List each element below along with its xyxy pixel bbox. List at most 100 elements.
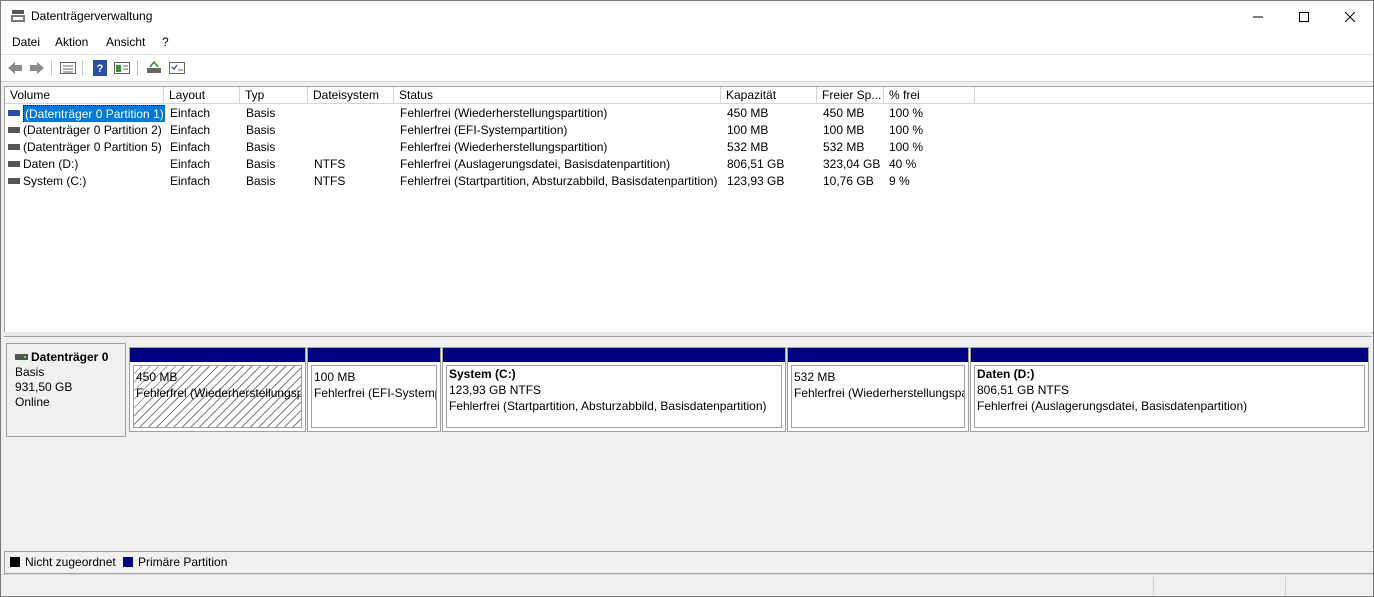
partition-status: Fehlerfrei (Startpartition, Absturzabbil… [449,399,767,413]
partition-recovery-1[interactable]: 450 MB Fehlerfrei (Wiederherstellungsp [129,347,306,432]
volume-typ-cell: Basis [246,157,276,171]
volume-row[interactable]: (Datenträger 0 Partition 1) Einfach Basis F… [5,105,1373,122]
volume-status-cell: Fehlerfrei (Wiederherstellungspartition) [400,140,608,154]
column-header-typ[interactable]: Typ [240,87,308,104]
help-button[interactable]: ? [91,59,109,76]
app-window: Datenträgerverwaltung Datei Aktion Ansic… [0,0,1374,597]
column-header-empty [975,87,1373,104]
list-view-icon [60,61,76,74]
partition-size: 450 MB [136,370,178,384]
partition-size: 123,93 GB NTFS [449,383,542,397]
partition-status: Fehlerfrei (Wiederherstellungsp [136,386,302,400]
partition-body: 532 MB Fehlerfrei (Wiederherstellungspa [791,365,965,428]
properties-button[interactable] [113,59,131,76]
volume-pct-cell: 100 % [889,140,924,154]
toolbar: ? [1,54,1373,82]
menu-datei[interactable]: Datei [12,35,40,49]
close-icon [1345,11,1355,22]
volume-cap-cell: 450 MB [727,106,769,120]
status-bar [1,574,1373,596]
disk-label[interactable]: Datenträger 0 Basis 931,50 GB Online [6,343,126,437]
properties-icon [114,61,130,74]
partition-color-bar [308,348,440,362]
close-button[interactable] [1327,1,1373,32]
volume-typ-cell: Basis [246,174,276,188]
volume-layout-cell: Einfach [170,157,211,171]
volume-name: (Datenträger 0 Partition 5) [23,140,162,154]
legend-primary: Primäre Partition [138,555,228,569]
list-view-button[interactable] [59,59,77,76]
partition-status: Fehlerfrei (Auslagerungsdatei, Basisdate… [977,399,1248,413]
menu-help[interactable]: ? [162,35,169,49]
column-header-kapazitaet[interactable]: Kapazität [721,87,817,104]
volume-status-cell: Fehlerfrei (Wiederherstellungspartition) [400,106,608,120]
volume-row[interactable]: (Datenträger 0 Partition 5) Einfach Basis F… [5,139,1373,156]
partition-daten-d[interactable]: Daten (D:) 806,51 GB NTFS Fehlerfrei (Au… [970,347,1369,432]
volume-list: Volume Layout Typ Dateisystem Status Kap… [4,86,1373,333]
volume-free-cell: 10,76 GB [823,174,874,188]
volume-free-cell: 450 MB [823,106,865,120]
volume-icon [8,178,20,184]
partition-recovery-5[interactable]: 532 MB Fehlerfrei (Wiederherstellungspa [787,347,969,432]
rescan-button[interactable] [145,59,163,76]
volume-layout-cell: Einfach [170,140,211,154]
partition-name: System (C:) [449,367,516,381]
volume-pct-cell: 9 % [889,174,910,188]
maximize-button[interactable] [1281,1,1327,32]
partition-color-bar [971,348,1368,362]
back-icon [8,61,22,74]
partition-body: 100 MB Fehlerfrei (EFI-Systemp [311,365,437,428]
volume-name: (Datenträger 0 Partition 2) [23,123,162,137]
pane-splitter[interactable] [4,332,1372,337]
volume-fs-cell: NTFS [314,157,346,171]
column-header-dateisystem[interactable]: Dateisystem [308,87,394,104]
window-title: Datenträgerverwaltung [31,9,153,23]
volume-typ-cell: Basis [246,140,276,154]
volume-free-cell: 100 MB [823,123,865,137]
settings-button[interactable] [168,59,186,76]
back-button[interactable] [6,59,24,76]
minimize-button[interactable] [1235,1,1281,32]
toolbar-separator [137,60,138,76]
volume-cap-cell: 123,93 GB [727,174,785,188]
partition-size: 100 MB [314,370,356,384]
legend: Nicht zugeordnet Primäre Partition [4,551,1373,574]
column-header-prozent-frei[interactable]: % frei [884,87,975,104]
unallocated-swatch [10,557,20,567]
legend-unallocated: Nicht zugeordnet [25,555,116,569]
partition-efi[interactable]: 100 MB Fehlerfrei (EFI-Systemp [307,347,441,432]
partition-body: 450 MB Fehlerfrei (Wiederherstellungsp [133,365,302,428]
column-header-volume[interactable]: Volume [5,87,164,104]
status-pane [1153,577,1284,595]
volume-pct-cell: 100 % [889,106,924,120]
partition-status: Fehlerfrei (Wiederherstellungspa [794,386,965,400]
status-pane [1285,577,1372,595]
menu-ansicht[interactable]: Ansicht [106,35,145,49]
volume-pct-cell: 100 % [889,123,924,137]
column-header-layout[interactable]: Layout [164,87,240,104]
disk-icon [15,354,28,360]
volume-name-cell: (Datenträger 0 Partition 2) [5,122,165,139]
volume-status-cell: Fehlerfrei (EFI-Systempartition) [400,123,568,137]
column-header-status[interactable]: Status [394,87,721,104]
volume-name: (Datenträger 0 Partition 1) [23,105,165,122]
forward-button[interactable] [28,59,46,76]
volume-row[interactable]: (Datenträger 0 Partition 2) Einfach Basis F… [5,122,1373,139]
volume-layout-cell: Einfach [170,123,211,137]
partition-system-c[interactable]: System (C:) 123,93 GB NTFS Fehlerfrei (S… [442,347,786,432]
volume-pct-cell: 40 % [889,157,917,171]
disk-graphical-view: Datenträger 0 Basis 931,50 GB Online 450… [4,338,1372,550]
partition-size: 532 MB [794,370,836,384]
volume-row[interactable]: System (C:) Einfach Basis NTFS Fehlerfrei (S… [5,173,1373,190]
volume-row[interactable]: Daten (D:) Einfach Basis NTFS Fehlerfrei (Au… [5,156,1373,173]
disk-name: Datenträger 0 [31,350,109,364]
disk-size: 931,50 GB [15,380,73,394]
volume-status-cell: Fehlerfrei (Startpartition, Absturzabbil… [400,174,718,188]
disk-type: Basis [15,365,45,379]
settings-icon [169,61,185,74]
svg-text:?: ? [97,63,104,75]
menu-aktion[interactable]: Aktion [55,35,88,49]
partition-color-bar [443,348,785,362]
column-header-freier-speicher[interactable]: Freier Sp... [817,87,884,104]
disk-management-icon [11,10,25,22]
